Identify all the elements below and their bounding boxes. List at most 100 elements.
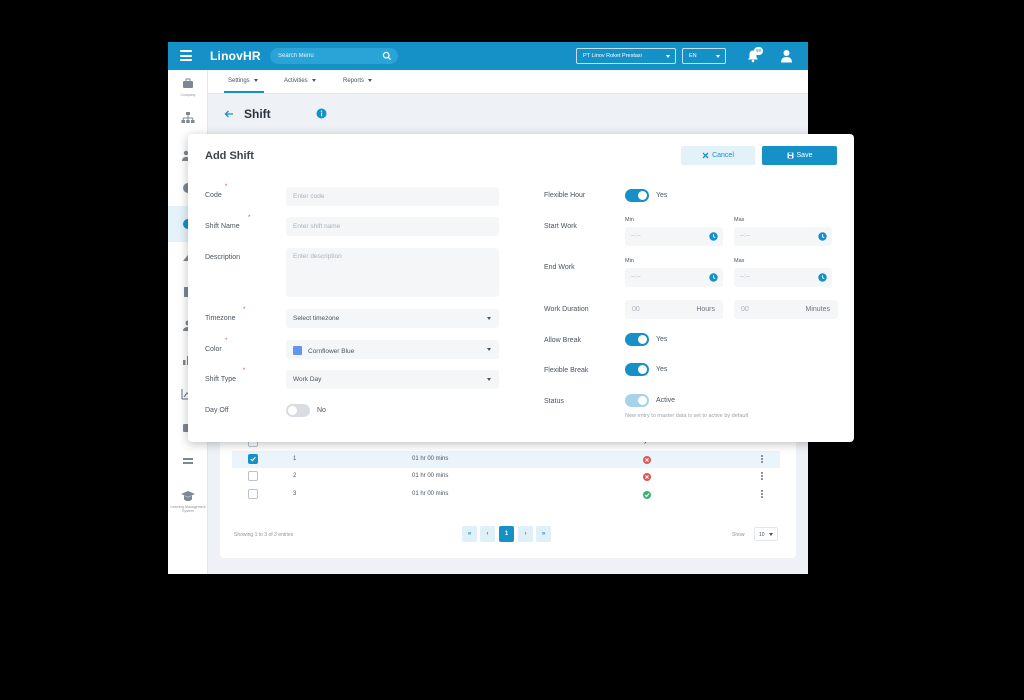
flexible-hour-toggle[interactable] [625,189,649,202]
description-textarea[interactable] [286,248,499,297]
start-max-label: Max [734,217,745,223]
minutes-value: 00 [741,306,749,313]
clock-icon[interactable] [818,273,827,282]
tab-activities-label: Activities [284,78,308,84]
shift-type-value: Work Day [293,376,322,383]
day-off-label: Day Off [205,407,229,414]
shift-type-select[interactable]: Work Day [286,370,499,389]
required-mark: * [225,338,228,344]
kebab-menu-icon[interactable] [761,472,764,481]
required-mark: * [243,307,246,313]
tab-settings[interactable]: Settings [228,78,258,84]
sidebar-label-company: Company [180,93,196,97]
work-duration-minutes-input[interactable]: 00 Minutes [734,300,838,319]
last-page-button[interactable]: » [536,526,551,542]
row-checkbox[interactable] [248,454,258,464]
end-min-label: Min [625,258,634,264]
kebab-menu-icon[interactable] [761,455,764,464]
toggle-knob [638,396,647,405]
cancel-label: Cancel [712,151,734,159]
row-checkbox[interactable] [248,489,258,499]
search-icon[interactable] [382,51,392,61]
logo-suffix: HR [243,49,261,63]
cell-break-duration: 01 hr 00 mins [412,491,449,497]
briefcase-icon[interactable] [180,76,196,92]
required-mark: * [225,184,228,190]
add-shift-modal: Add Shift Cancel Save Code * Shift Name … [188,134,854,442]
kebab-menu-icon[interactable] [761,490,764,499]
day-off-toggle[interactable] [286,404,310,417]
shift-type-label: Shift Type [205,376,237,383]
end-min-value: --:-- [631,274,641,280]
user-icon[interactable] [780,49,793,63]
status-toggle [625,394,649,407]
flexible-break-value: Yes [656,366,668,373]
color-select[interactable]: Cornflower Blue [286,340,499,359]
page-size-select[interactable]: 10 [754,527,778,541]
allow-break-value: Yes [656,336,668,343]
start-min-value: --:-- [631,233,641,239]
active-tab-underline [224,91,264,93]
table-row[interactable]: 3 01 hr 00 mins [232,486,780,503]
end-max-time-input[interactable]: --:-- [734,268,832,287]
app-logo[interactable]: LinovHR [210,49,261,63]
color-swatch [293,346,302,355]
minutes-unit: Minutes [805,306,830,313]
work-duration-hours-input[interactable]: 00 Hours [625,300,723,319]
row-checkbox[interactable] [248,471,258,481]
table-row[interactable]: 2 01 hr 00 mins [232,468,780,485]
save-button[interactable]: Save [762,146,837,165]
cell-break-duration: 01 hr 00 mins [412,473,449,479]
end-min-time-input[interactable]: --:-- [625,268,723,287]
org-chart-icon[interactable] [180,110,196,126]
required-mark: * [243,368,246,374]
prev-page-button[interactable]: ‹ [480,526,495,542]
hamburger-menu-icon[interactable] [180,50,192,61]
allow-break-toggle[interactable] [625,333,649,346]
code-label: Code [205,192,222,199]
search-box[interactable] [270,48,398,64]
page-title: Shift [244,107,271,121]
chevron-down-icon [368,78,373,82]
shift-name-input[interactable] [286,217,499,236]
end-max-value: --:-- [740,274,750,280]
tab-reports[interactable]: Reports [343,78,373,84]
tab-activities[interactable]: Activities [284,78,316,84]
chevron-down-icon [253,78,258,82]
next-page-button[interactable]: › [518,526,533,542]
chevron-down-icon [716,55,720,58]
cancel-button[interactable]: Cancel [681,146,755,165]
flexible-break-label: Flexible Break [544,367,589,374]
page-button-current[interactable]: 1 [499,526,514,542]
start-min-label: Min [625,217,634,223]
clock-icon[interactable] [709,273,718,282]
hours-value: 00 [632,306,640,313]
list-icon[interactable] [180,454,196,470]
timezone-label: Timezone [205,315,236,322]
modal-title: Add Shift [205,150,254,162]
company-select[interactable]: PT Linov Roket Prestasi [576,48,676,64]
check-circle-icon [643,491,651,499]
chevron-down-icon [666,55,670,58]
timezone-select[interactable]: Select timezone [286,309,499,328]
info-icon[interactable] [316,108,327,119]
company-value: PT Linov Roket Prestasi [583,53,642,59]
x-circle-icon [643,456,651,464]
graduation-cap-icon[interactable] [180,488,196,504]
clock-icon[interactable] [709,232,718,241]
start-max-value: --:-- [740,233,750,239]
language-select[interactable]: EN [682,48,726,64]
tab-settings-label: Settings [228,78,250,84]
search-input[interactable] [278,51,378,61]
language-value: EN [689,53,697,59]
back-arrow-icon[interactable] [224,109,234,119]
start-min-time-input[interactable]: --:-- [625,227,723,246]
table-row[interactable]: 1 01 hr 00 mins [232,451,780,468]
code-input[interactable] [286,187,499,206]
status-label: Status [544,398,564,405]
notification-badge: 99 [754,47,763,55]
first-page-button[interactable]: « [462,526,477,542]
clock-icon[interactable] [818,232,827,241]
start-max-time-input[interactable]: --:-- [734,227,832,246]
flexible-break-toggle[interactable] [625,363,649,376]
